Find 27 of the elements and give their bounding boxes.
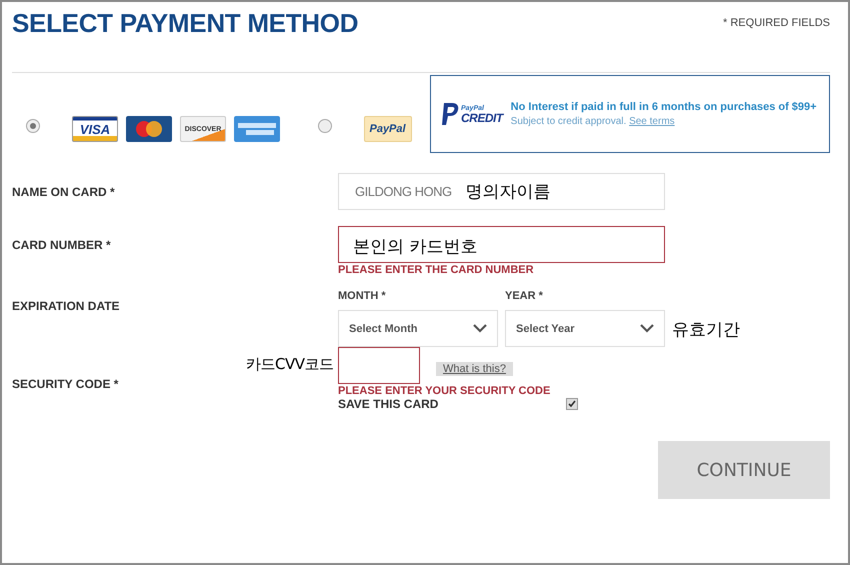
error-message: PLEASE ENTER YOUR SECURITY CODE <box>338 385 552 397</box>
annotation-text: 본인의 카드번호 <box>353 236 478 258</box>
promo-note: Subject to credit approval. <box>510 116 626 127</box>
checkbox-label: SAVE THIS CARD <box>338 397 438 411</box>
required-note: * REQUIRED FIELDS <box>723 17 830 29</box>
help-link[interactable]: What is this? <box>436 362 513 376</box>
page-title: SELECT PAYMENT METHOD <box>12 8 358 39</box>
name-field[interactable]: GILDONG HONG 명의자이름 <box>338 173 665 210</box>
month-dropdown[interactable]: Select Month <box>338 310 498 347</box>
promo-headline: No Interest if paid in full in 6 months on purchases of $99+ <box>510 101 817 113</box>
continue-button[interactable]: CONTINUE <box>658 441 830 499</box>
annotation-text: 유효기간 <box>672 319 740 341</box>
field-value: GILDONG HONG <box>355 184 452 199</box>
annotation-text: 명의자이름 <box>466 181 551 203</box>
year-dropdown[interactable]: Select Year <box>505 310 665 347</box>
field-label: CARD NUMBER * <box>12 237 112 252</box>
paypal-logo: PayPal <box>364 116 412 142</box>
logo-text: CREDIT <box>461 112 503 124</box>
card-number-field[interactable]: 본인의 카드번호 <box>338 226 665 263</box>
field-label: EXPIRATION DATE <box>12 298 121 313</box>
card-logo: VISA <box>72 116 118 142</box>
error-message: PLEASE ENTER THE CARD NUMBER <box>338 264 535 276</box>
annotation-text: 카드CVV코드 <box>246 355 334 374</box>
field-label: SECURITY CODE * <box>12 376 120 391</box>
field-label: YEAR * <box>505 289 544 302</box>
field-label: MONTH * <box>338 289 387 302</box>
field-label: NAME ON CARD * <box>12 184 116 199</box>
